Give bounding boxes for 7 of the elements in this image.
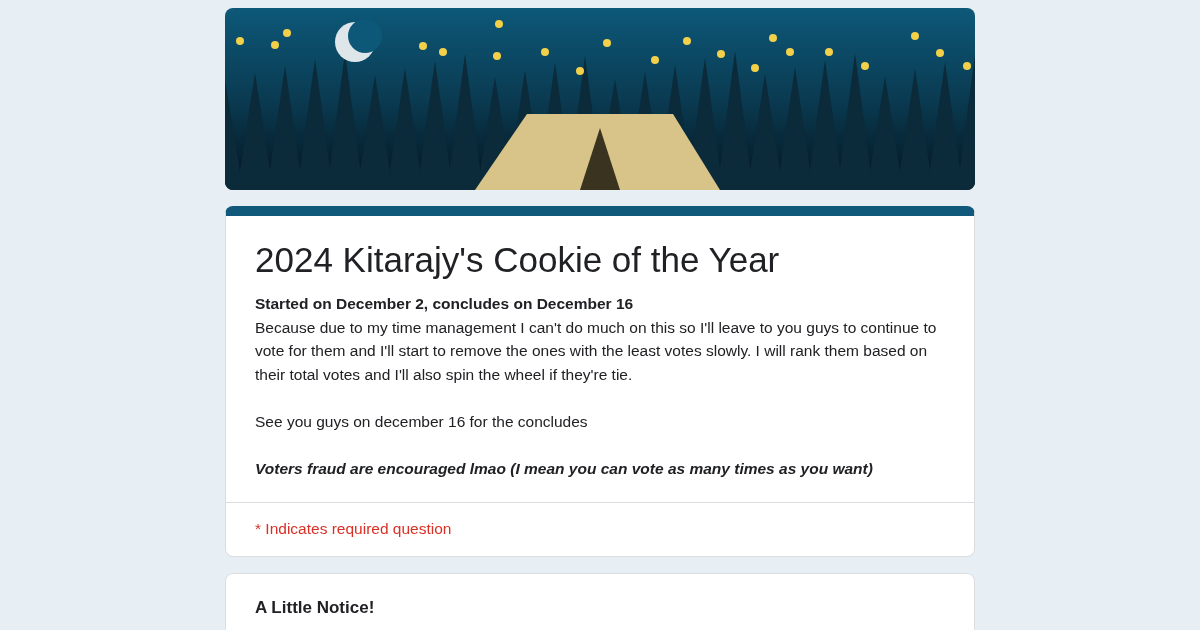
description-paragraph: Because due to my time management I can't do much on this so I'll leave to you guys to continue to vote for them and I'll start to remove the ones with the least votes slowly. I will rank them based on their total votes and I'll also spin the wheel if they're tie. bbox=[255, 317, 938, 385]
description-heading: Started on December 2, concludes on December 16 bbox=[255, 294, 635, 314]
description-paragraph: See you guys on december 16 for the concludes bbox=[255, 411, 589, 432]
form-title: 2024 Kitarajy's Cookie of the Year bbox=[254, 239, 781, 281]
section-title: A Little Notice! bbox=[254, 597, 376, 620]
description-note: Voters fraud are encouraged lmao (I mean you can vote as many times as you want) bbox=[255, 458, 874, 479]
required-note: * Indicates required question bbox=[226, 502, 974, 557]
